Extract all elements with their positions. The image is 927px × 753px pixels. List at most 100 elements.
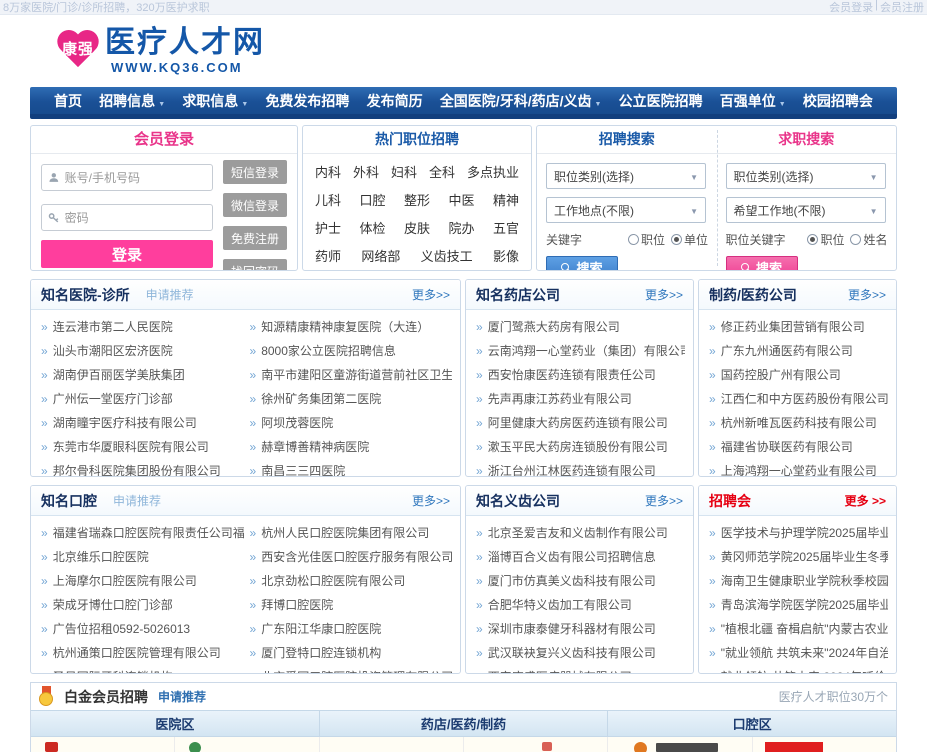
- nav-item[interactable]: 招聘信息: [99, 91, 165, 111]
- radio-circle-icon[interactable]: [850, 234, 861, 245]
- radio-circle-icon[interactable]: [671, 234, 682, 245]
- company-link[interactable]: 阿坝茂蓉医院: [261, 411, 333, 435]
- hot-job-link[interactable]: 精神: [493, 190, 519, 209]
- company-link[interactable]: 福建省瑞森口腔医院有限责任公司福...: [53, 521, 244, 545]
- apply-recommend-link[interactable]: 申请推荐: [113, 492, 161, 509]
- company-link[interactable]: 杭州人民口腔医院集团有限公司: [261, 521, 429, 545]
- radio-option[interactable]: 单位: [671, 231, 708, 248]
- company-link[interactable]: 武汉联袂复兴义齿科技有限公司: [488, 641, 656, 665]
- hot-job-link[interactable]: 内科: [315, 162, 341, 181]
- hot-job-link[interactable]: 口腔: [359, 190, 385, 209]
- hot-job-link[interactable]: 中医: [448, 190, 474, 209]
- company-link[interactable]: 厦门鹭燕大药房有限公司: [488, 315, 620, 339]
- radio-circle-icon[interactable]: [807, 234, 818, 245]
- company-link[interactable]: 修正药业集团营销有限公司: [721, 315, 865, 339]
- company-link[interactable]: 8000家公立医院招聘信息: [261, 339, 396, 363]
- account-field-box[interactable]: [41, 164, 213, 191]
- company-link[interactable]: 黄冈师范学院2025届毕业生冬季供需: [721, 545, 888, 569]
- company-link[interactable]: 西安唐盛医疗器械有限公司: [488, 665, 632, 674]
- hot-job-link[interactable]: 多点执业: [467, 162, 519, 181]
- company-link[interactable]: 海南卫生健康职业学院秋季校园专场招聘: [721, 569, 888, 593]
- more-link[interactable]: 更多>>: [412, 286, 450, 303]
- company-link[interactable]: 汕头市潮阳区宏济医院: [53, 339, 173, 363]
- job-location-select[interactable]: 希望工作地(不限): [726, 197, 886, 223]
- company-link[interactable]: 西安含光佳医口腔医疗服务有限公司: [261, 545, 452, 569]
- company-link[interactable]: 杭州通策口腔医院管理有限公司: [53, 641, 221, 665]
- company-link[interactable]: 上海鸿翔一心堂药业有限公司: [721, 459, 877, 477]
- hot-job-link[interactable]: 药师: [315, 246, 341, 265]
- company-link[interactable]: 国药控股广州有限公司: [721, 363, 841, 387]
- login-alt-button[interactable]: 短信登录: [223, 160, 287, 184]
- recruit-category-select[interactable]: 职位类别(选择): [546, 163, 706, 189]
- company-link[interactable]: 北京爵冠口腔医院投资管理有限公司: [261, 665, 452, 674]
- company-link[interactable]: 阿里健康大药房医药连锁有限公司: [488, 411, 668, 435]
- hot-job-link[interactable]: 影像: [493, 246, 519, 265]
- company-link[interactable]: 广东九州通医药有限公司: [721, 339, 853, 363]
- company-link[interactable]: 合肥华特义齿加工有限公司: [488, 593, 632, 617]
- site-logo[interactable]: 康强 医疗人才网 WWW.KQ36.COM: [55, 28, 265, 74]
- company-link[interactable]: 东莞市华厦眼科医院有限公司: [53, 435, 209, 459]
- partner-logo-cell[interactable]: [753, 737, 896, 752]
- company-link[interactable]: 杭州新唯瓦医药科技有限公司: [721, 411, 877, 435]
- company-link[interactable]: "植根北疆 奋楫启航"内蒙古农业大学: [721, 617, 888, 641]
- password-input[interactable]: [65, 211, 206, 225]
- partner-logo-cell[interactable]: [31, 737, 175, 752]
- nav-item[interactable]: 百强单位: [720, 91, 786, 111]
- company-link[interactable]: 南昌三三四医院: [261, 459, 345, 477]
- company-link[interactable]: 厦门市仿真美义齿科技有限公司: [488, 569, 656, 593]
- hot-job-link[interactable]: 院办: [448, 218, 474, 237]
- bottom-tab[interactable]: 口腔区: [608, 711, 896, 736]
- company-link[interactable]: 福建省协联医药有限公司: [721, 435, 853, 459]
- login-alt-button[interactable]: 免费注册: [223, 226, 287, 250]
- radio-circle-icon[interactable]: [628, 234, 639, 245]
- company-link[interactable]: 淄博百合义齿有限公司招聘信息: [488, 545, 656, 569]
- company-link[interactable]: 浙江台州江林医药连锁有限公司: [488, 459, 656, 477]
- login-alt-button[interactable]: 找回密码: [223, 259, 287, 271]
- bottom-tab[interactable]: 药店/医药/制药: [320, 711, 609, 736]
- company-link[interactable]: 湖南瞳宇医疗科技有限公司: [53, 411, 197, 435]
- recruit-location-select[interactable]: 工作地点(不限): [546, 197, 706, 223]
- apply-recommend-link[interactable]: 申请推荐: [158, 688, 206, 705]
- more-link[interactable]: 更多>>: [848, 286, 886, 303]
- hot-job-link[interactable]: 整形: [404, 190, 430, 209]
- more-link[interactable]: 更多>>: [645, 492, 683, 509]
- nav-item[interactable]: 公立医院招聘: [619, 91, 703, 111]
- hot-job-link[interactable]: 护士: [315, 218, 341, 237]
- company-link[interactable]: 上海摩尔口腔医院有限公司: [53, 569, 197, 593]
- partner-logo-cell[interactable]: [320, 737, 464, 752]
- hot-job-link[interactable]: 全科: [429, 162, 455, 181]
- hot-job-link[interactable]: 皮肤: [404, 218, 430, 237]
- hot-job-link[interactable]: 义齿技工: [421, 246, 473, 265]
- apply-recommend-link[interactable]: 申请推荐: [146, 286, 194, 303]
- radio-option[interactable]: 职位: [628, 231, 665, 248]
- partner-logo-cell[interactable]: [175, 737, 319, 752]
- member-login-link[interactable]: 会员登录: [829, 0, 873, 15]
- company-link[interactable]: 连云港市第二人民医院: [53, 315, 173, 339]
- job-category-select[interactable]: 职位类别(选择): [726, 163, 886, 189]
- nav-item[interactable]: 免费发布招聘: [265, 91, 349, 111]
- company-link[interactable]: 邦尔骨科医院集团股份有限公司: [53, 459, 221, 477]
- login-alt-button[interactable]: 微信登录: [223, 193, 287, 217]
- nav-item[interactable]: 校园招聘会: [803, 91, 873, 111]
- company-link[interactable]: 深圳市康泰健牙科器材有限公司: [488, 617, 656, 641]
- company-link[interactable]: 先声再康江苏药业有限公司: [488, 387, 632, 411]
- company-link[interactable]: 云南鸿翔一心堂药业（集团）有限公司: [488, 339, 685, 363]
- company-link[interactable]: 南平市建阳区童游街道营前社区卫生...: [261, 363, 452, 387]
- password-field-box[interactable]: [41, 204, 213, 231]
- more-link[interactable]: 更多>>: [645, 286, 683, 303]
- nav-item[interactable]: 发布简历: [367, 91, 423, 111]
- radio-option[interactable]: 姓名: [850, 231, 887, 248]
- company-link[interactable]: 广东阳江华康口腔医院: [261, 617, 381, 641]
- partner-logo-cell[interactable]: [464, 737, 608, 752]
- more-link[interactable]: 更多 >>: [845, 492, 886, 509]
- hot-job-link[interactable]: 体检: [359, 218, 385, 237]
- company-link[interactable]: 荣成牙博仕口腔门诊部: [53, 593, 173, 617]
- job-search-button[interactable]: 搜索: [726, 256, 798, 271]
- hot-job-link[interactable]: 儿科: [315, 190, 341, 209]
- company-link[interactable]: 江西仁和中方医药股份有限公司: [721, 387, 888, 411]
- company-link[interactable]: 北京维乐口腔医院: [53, 545, 149, 569]
- member-register-link[interactable]: 会员注册: [880, 0, 924, 15]
- company-link[interactable]: 漱玉平民大药房连锁股份有限公司: [488, 435, 668, 459]
- hot-job-link[interactable]: 网络部: [361, 246, 400, 265]
- account-input[interactable]: [65, 171, 206, 185]
